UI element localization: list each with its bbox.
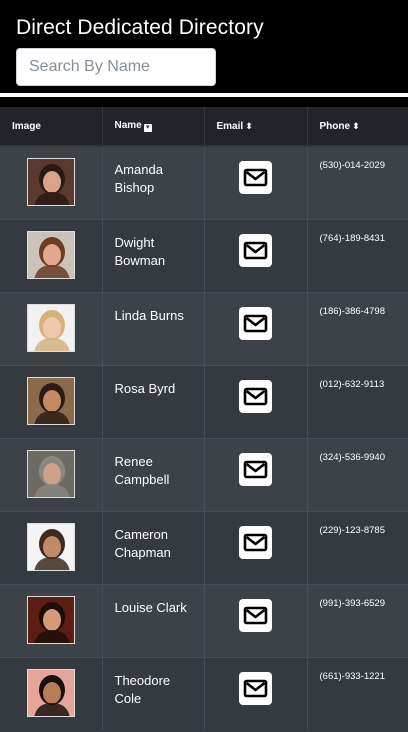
image-cell (0, 510, 103, 584)
image-cell (0, 583, 103, 657)
avatar (26, 230, 75, 279)
column-label: Name (114, 120, 142, 131)
name-cell: Rosa Byrd (102, 364, 205, 438)
table-row: Cameron Chapman (229)-123-8785 (0, 510, 408, 584)
avatar (26, 449, 75, 498)
contact-name: Dwight Bowman (114, 234, 166, 268)
column-header-email[interactable]: Email ⬍ (204, 107, 308, 147)
email-envelope-icon[interactable] (239, 161, 272, 194)
avatar (26, 158, 75, 206)
image-cell (0, 291, 103, 365)
app-header: Direct Dedicated Directory (0, 0, 408, 93)
sort-icon[interactable]: ⬍ (245, 121, 253, 132)
name-cell: Theodore Cole (102, 656, 205, 730)
email-cell (204, 437, 308, 511)
search-input[interactable] (16, 48, 216, 86)
image-cell (0, 218, 103, 292)
email-envelope-icon[interactable] (239, 598, 272, 632)
phone-cell: (229)-123-8785 (307, 510, 408, 584)
phone-cell: (186)-386-4798 (307, 291, 408, 365)
contact-phone: (012)-632-9113 (319, 378, 385, 390)
table-row: Linda Burns (186)-386-4798 (0, 291, 408, 365)
contact-phone: (991)-393-6529 (319, 597, 386, 609)
image-cell (0, 656, 103, 730)
table-row: Dwight Bowman (764)-189-8431 (0, 218, 408, 292)
image-cell (0, 437, 103, 511)
directory-table: Image Name ▾ Email ⬍ Phone ⬍ Amanda Bish… (0, 107, 408, 730)
name-cell: Amanda Bishop (102, 145, 205, 219)
phone-cell: (530)-014-2029 (307, 145, 408, 219)
email-cell (204, 145, 308, 219)
email-cell (204, 656, 308, 730)
email-envelope-icon[interactable] (239, 306, 272, 340)
table-row: Theodore Cole (661)-933-1221 (0, 656, 408, 730)
email-cell (204, 583, 308, 657)
contact-name: Louise Clark (114, 599, 187, 615)
contact-phone: (661)-933-1221 (319, 670, 386, 682)
contact-phone: (764)-189-8431 (319, 232, 386, 244)
avatar (26, 668, 75, 717)
image-cell (0, 364, 103, 438)
sort-icon[interactable]: ⬍ (352, 121, 360, 132)
sort-down-square-icon[interactable]: ▾ (143, 124, 152, 132)
avatar (26, 595, 75, 644)
avatar (26, 376, 75, 425)
phone-cell: (661)-933-1221 (307, 656, 408, 730)
contact-name: Linda Burns (114, 307, 184, 323)
email-cell (204, 291, 308, 365)
column-label: Image (12, 120, 41, 132)
email-cell (204, 364, 308, 438)
table-row: Renee Campbell (324)-536-9940 (0, 437, 408, 511)
contact-name: Renee Campbell (114, 453, 170, 487)
email-envelope-icon[interactable] (239, 233, 272, 267)
contact-name: Amanda Bishop (114, 162, 163, 195)
table-header-row: Image Name ▾ Email ⬍ Phone ⬍ (0, 107, 408, 147)
contact-phone: (186)-386-4798 (319, 305, 386, 317)
header-divider (0, 93, 408, 97)
avatar (26, 303, 75, 352)
contact-phone: (530)-014-2029 (319, 160, 386, 171)
table-row: Louise Clark (991)-393-6529 (0, 583, 408, 657)
directory-table-container: Image Name ▾ Email ⬍ Phone ⬍ Amanda Bish… (0, 107, 408, 732)
contact-name: Rosa Byrd (114, 380, 176, 396)
page-title: Direct Dedicated Directory (16, 16, 264, 39)
column-header-image: Image (0, 107, 103, 147)
name-cell: Linda Burns (102, 291, 205, 365)
name-cell: Renee Campbell (102, 437, 205, 511)
phone-cell: (991)-393-6529 (307, 583, 408, 657)
table-row: Amanda Bishop (530)-014-2029 (0, 145, 408, 219)
email-envelope-icon[interactable] (239, 452, 272, 486)
image-cell (0, 145, 103, 219)
phone-cell: (324)-536-9940 (307, 437, 408, 511)
avatar (26, 522, 75, 571)
column-label: Phone (319, 120, 351, 132)
column-header-phone[interactable]: Phone ⬍ (307, 107, 408, 147)
email-envelope-icon[interactable] (239, 671, 272, 705)
phone-cell: (764)-189-8431 (307, 218, 408, 292)
contact-name: Cameron Chapman (114, 526, 171, 560)
table-row: Rosa Byrd (012)-632-9113 (0, 364, 408, 438)
phone-cell: (012)-632-9113 (307, 364, 408, 438)
contact-name: Theodore Cole (114, 672, 171, 706)
column-header-name[interactable]: Name ▾ (102, 107, 205, 147)
contact-phone: (324)-536-9940 (319, 451, 386, 463)
email-cell (204, 218, 308, 292)
name-cell: Louise Clark (102, 583, 205, 657)
email-envelope-icon[interactable] (239, 525, 272, 559)
name-cell: Cameron Chapman (102, 510, 205, 584)
contact-phone: (229)-123-8785 (319, 524, 386, 536)
name-cell: Dwight Bowman (102, 218, 205, 292)
column-label: Email (216, 120, 244, 132)
email-envelope-icon[interactable] (239, 379, 272, 413)
email-cell (204, 510, 308, 584)
